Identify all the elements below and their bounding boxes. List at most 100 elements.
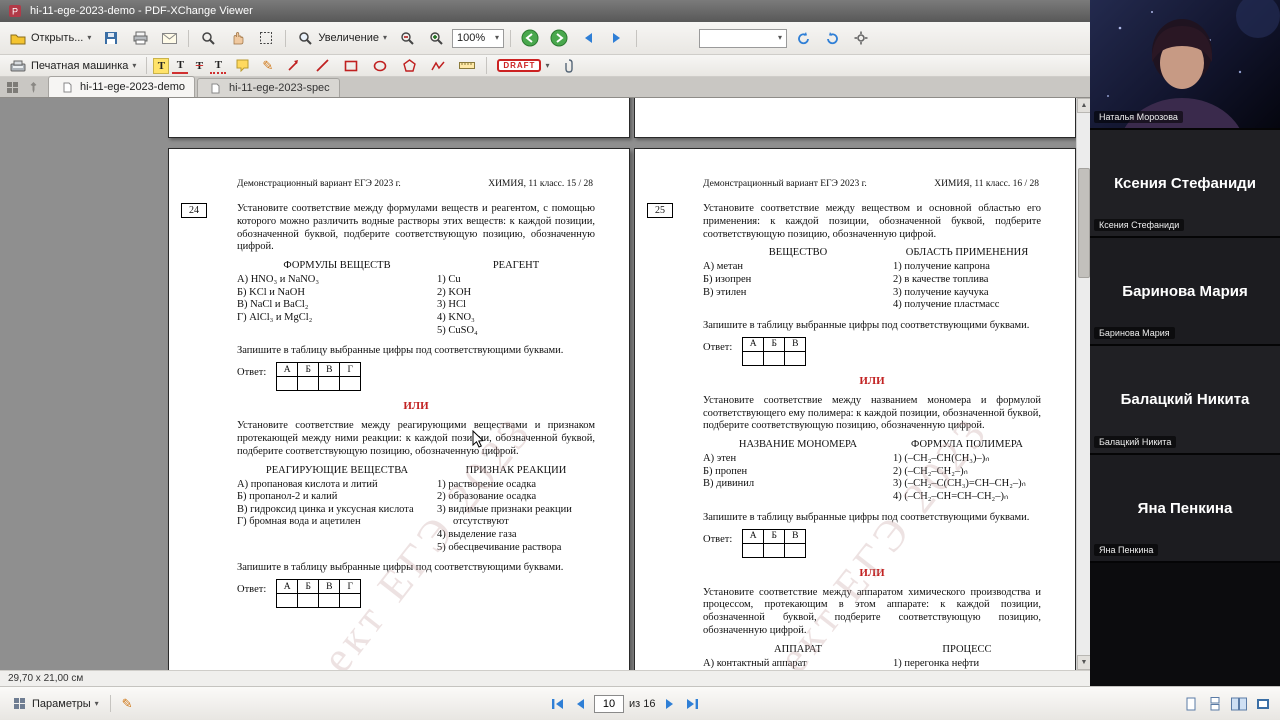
- scrollbar-thumb[interactable]: [1078, 168, 1090, 278]
- sticky-note-tool[interactable]: [229, 55, 255, 77]
- column-header: ПРОЦЕСС: [942, 643, 992, 655]
- open-button[interactable]: Открыть... ▾: [5, 27, 95, 49]
- participant-name-label: Баринова Мария: [1094, 327, 1175, 339]
- highlight-text-tool[interactable]: Т: [153, 57, 170, 74]
- next-view-button[interactable]: [546, 27, 572, 49]
- app-icon: P: [6, 2, 24, 20]
- typewriter-icon: [9, 57, 27, 75]
- next-page-button[interactable]: [660, 695, 678, 713]
- tab-hi-11-ege-2023-demo[interactable]: hi-11-ege-2023-demo: [48, 76, 195, 97]
- two-page-view-button[interactable]: [1230, 695, 1248, 713]
- edit-mode-button[interactable]: ✎: [118, 694, 137, 714]
- match-item: Г) AlCl₃ и MgCl₂: [237, 311, 313, 323]
- save-button[interactable]: [98, 27, 124, 49]
- search-text-combobox[interactable]: ▾: [699, 28, 787, 48]
- polygon-tool[interactable]: [396, 55, 422, 77]
- single-page-view-button[interactable]: [1182, 695, 1200, 713]
- match-item: А) метан: [703, 261, 744, 273]
- hand-tool-button[interactable]: [224, 27, 250, 49]
- squiggly-text-tool[interactable]: Т: [210, 58, 227, 74]
- participant-tile[interactable]: Балацкий Никита Балацкий Никита: [1090, 346, 1280, 455]
- page-header: Демонстрационный вариант ЕГЭ 2023 г. ХИМ…: [635, 179, 1075, 189]
- rotate-cw-icon: [823, 29, 841, 47]
- print-button[interactable]: [127, 27, 153, 49]
- header-subject-page: ХИМИЯ, 11 класс. 16 / 28: [934, 179, 1039, 189]
- previous-page-bottom-right: [634, 98, 1076, 138]
- previous-view-button[interactable]: [517, 27, 543, 49]
- properties-button[interactable]: [848, 27, 874, 49]
- typewriter-button[interactable]: Печатная машинка ▾: [5, 55, 140, 77]
- measure-tool[interactable]: [454, 55, 480, 77]
- participant-tile[interactable]: Ксения Стефаниди Ксения Стефаниди: [1090, 130, 1280, 238]
- match-item: 2) KOH: [437, 286, 472, 298]
- page-navigation: из 16: [548, 687, 701, 720]
- zoom-out-icon: [398, 29, 416, 47]
- scroll-down-button[interactable]: ▼: [1077, 655, 1090, 670]
- rectangle-tool[interactable]: [338, 55, 364, 77]
- pencil-icon: ✎: [121, 695, 133, 711]
- line-tool[interactable]: [309, 55, 335, 77]
- match-item: 4) выделение газа: [437, 528, 517, 540]
- find-button[interactable]: [195, 27, 221, 49]
- participant-name-label: Ксения Стефаниди: [1094, 219, 1185, 231]
- previous-page-button[interactable]: [571, 695, 589, 713]
- header-subject-page: ХИМИЯ, 11 класс. 15 / 28: [488, 179, 593, 189]
- title-bar: P hi-11-ege-2023-demo - PDF-XChange View…: [0, 0, 1090, 22]
- match-item: 2) образование осадка: [437, 491, 537, 503]
- note-icon: [233, 57, 251, 75]
- scroll-up-button[interactable]: ▲: [1077, 98, 1090, 113]
- participant-video-tile[interactable]: Наталья Морозова: [1090, 0, 1280, 130]
- zoom-in-button[interactable]: [423, 27, 449, 49]
- page-number-input[interactable]: [594, 694, 624, 713]
- chevron-down-icon: ▾: [132, 60, 137, 70]
- page-forward-button[interactable]: [604, 27, 630, 49]
- email-button[interactable]: [156, 27, 182, 49]
- column-header: АППАРАТ: [774, 643, 822, 655]
- grid-icon: [10, 695, 28, 713]
- match-item: Б) пропен: [703, 465, 748, 477]
- participant-tile[interactable]: Баринова Мария Баринова Мария: [1090, 238, 1280, 346]
- main-toolbar: Открыть... ▾ Увеличение ▾ 100% ▾ ▾: [0, 22, 1090, 55]
- ellipse-tool[interactable]: [367, 55, 393, 77]
- ellipse-icon: [371, 57, 389, 75]
- options-button[interactable]: Параметры ▾: [6, 693, 103, 715]
- underline-text-tool[interactable]: Т: [172, 58, 189, 74]
- first-page-button[interactable]: [548, 695, 566, 713]
- continuous-view-button[interactable]: [1206, 695, 1224, 713]
- pdf-page-16: Проект ЕГЭ 2023 Демонстрационный вариант…: [634, 148, 1076, 670]
- participant-tile[interactable]: Яна Пенкина Яна Пенкина: [1090, 455, 1280, 563]
- toolbar-separator: [486, 57, 488, 74]
- participant-name-label: Балацкий Никита: [1094, 436, 1177, 448]
- attach-file-tool[interactable]: [556, 55, 582, 77]
- match-item: 3) получение каучука: [893, 286, 989, 298]
- arrow-tool[interactable]: [280, 55, 306, 77]
- match-item: 2) в качестве топлива: [893, 273, 989, 285]
- polyline-tool[interactable]: [425, 55, 451, 77]
- header-variant: Демонстрационный вариант ЕГЭ 2023 г.: [703, 179, 867, 189]
- hand-icon: [228, 29, 246, 47]
- next-view-icon: [550, 29, 568, 47]
- fullscreen-view-button[interactable]: [1254, 695, 1272, 713]
- document-icon: [207, 79, 225, 97]
- zoom-out-button[interactable]: [394, 27, 420, 49]
- select-tool-button[interactable]: [253, 27, 279, 49]
- rotate-left-button[interactable]: [790, 27, 816, 49]
- zoom-menu-button[interactable]: Увеличение ▾: [292, 27, 391, 49]
- page-back-button[interactable]: [575, 27, 601, 49]
- gear-icon: [852, 29, 870, 47]
- status-bar: Параметры ▾ ✎ из 16: [0, 686, 1280, 720]
- zoom-level-combobox[interactable]: 100% ▾: [452, 28, 504, 48]
- vertical-scrollbar[interactable]: ▲ ▼: [1076, 98, 1090, 670]
- last-page-button[interactable]: [683, 695, 701, 713]
- thumbnails-panel-icon[interactable]: [3, 78, 21, 96]
- rectangle-icon: [342, 57, 360, 75]
- stamp-tool[interactable]: DRAFT ▾: [493, 57, 553, 74]
- document-view-area[interactable]: Проект ЕГЭ 2023 Демонстрационный вариант…: [0, 98, 1090, 670]
- tab-hi-11-ege-2023-spec[interactable]: hi-11-ege-2023-spec: [196, 78, 340, 97]
- match-item: Б) пропанол-2 и калий: [237, 491, 338, 503]
- match-item: А) этен: [703, 453, 737, 465]
- pencil-tool[interactable]: ✎: [258, 56, 277, 76]
- pin-panel-icon[interactable]: [24, 78, 42, 96]
- strikeout-text-tool[interactable]: Т: [191, 58, 207, 74]
- rotate-right-button[interactable]: [819, 27, 845, 49]
